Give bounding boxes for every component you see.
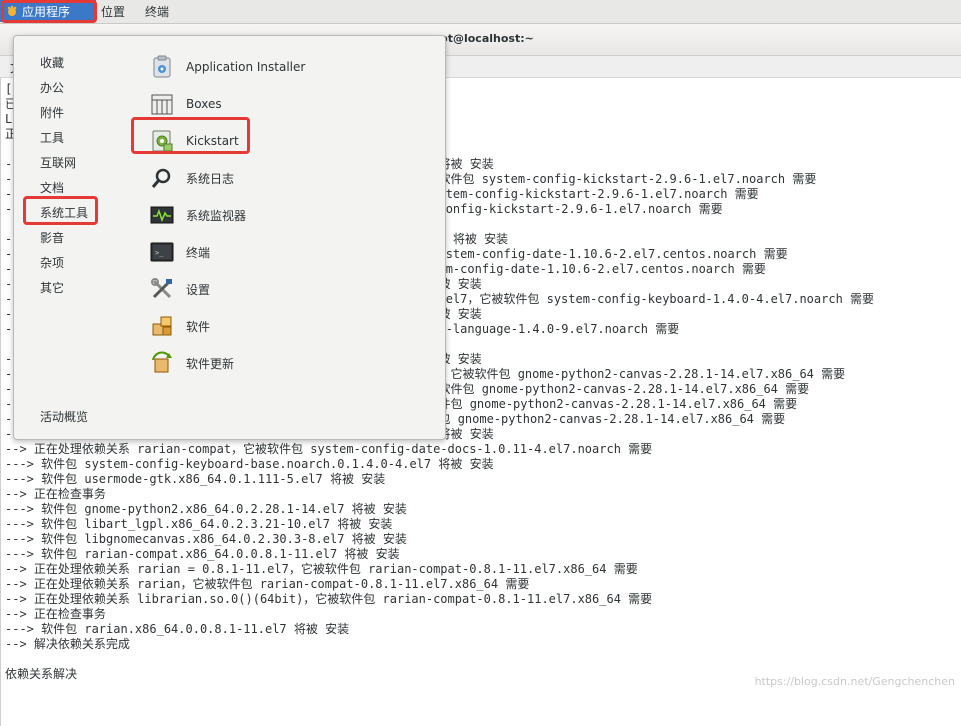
app-software[interactable]: 软件	[150, 311, 210, 341]
software-icon	[150, 314, 174, 338]
terminal-line: ---> 软件包 rarian.x86_64.0.0.8.1-11.el7 将被…	[5, 622, 350, 636]
update-icon	[150, 351, 174, 375]
terminal-line: ---> 软件包 libart_lgpl.x86_64.0.2.3.21-10.…	[5, 517, 393, 531]
category-office[interactable]: 办公	[40, 79, 64, 96]
applications-menu-label: 应用程序	[22, 4, 71, 19]
category-accessories[interactable]: 附件	[40, 104, 64, 121]
app-label: Kickstart	[186, 134, 239, 148]
terminal-line: L	[5, 112, 13, 126]
category-system-tools[interactable]: 系统工具	[40, 204, 88, 221]
app-system-monitor[interactable]: 系统监视器	[150, 200, 246, 230]
category-media[interactable]: 影音	[40, 229, 64, 246]
applications-menu-button[interactable]: 应用程序	[0, 0, 96, 22]
app-system-log[interactable]: 系统日志	[150, 163, 234, 193]
terminal-line: ---> 软件包 rarian-compat.x86_64.0.0.8.1-11…	[5, 547, 400, 561]
category-favorites[interactable]: 收藏	[40, 54, 64, 71]
log-icon	[150, 166, 174, 190]
app-label: 系统日志	[186, 171, 235, 186]
terminal-icon: >_	[150, 240, 174, 264]
installer-icon	[150, 55, 174, 79]
app-kickstart[interactable]: Kickstart	[150, 126, 239, 156]
app-label: 软件	[186, 319, 211, 334]
category-misc[interactable]: 杂项	[40, 254, 64, 271]
terminal-line: --> 正在处理依赖关系 rarian = 0.8.1-11.el7，它被软件包…	[5, 562, 638, 576]
terminal-line: --> 解决依赖关系完成	[5, 637, 130, 651]
terminal-line: --> 正在处理依赖关系 rarian，它被软件包 rarian-compat-…	[5, 577, 530, 591]
top-bar: 应用程序 位置 终端	[0, 0, 961, 24]
settings-icon	[150, 277, 174, 301]
category-documents[interactable]: 文档	[40, 179, 64, 196]
app-terminal[interactable]: >_ 终端	[150, 237, 210, 267]
boxes-icon	[150, 92, 174, 116]
applications-menu: 收藏 办公 附件 工具 互联网 文档 系统工具 影音 杂项 其它 活动概览 Ap…	[13, 35, 446, 440]
gnome-foot-icon	[7, 5, 17, 16]
app-label: Application Installer	[186, 60, 306, 74]
app-boxes[interactable]: Boxes	[150, 89, 222, 119]
app-settings[interactable]: 设置	[150, 274, 210, 304]
kickstart-icon	[150, 129, 174, 153]
app-label: 设置	[186, 282, 211, 297]
category-other[interactable]: 其它	[40, 279, 64, 296]
category-internet[interactable]: 互联网	[40, 154, 76, 171]
app-software-update[interactable]: 软件更新	[150, 348, 234, 378]
terminal-line: ---> 软件包 usermode-gtk.x86_64.0.1.111-5.e…	[5, 472, 386, 486]
watermark: https://blog.csdn.net/Gengchenchen	[754, 675, 955, 688]
terminal-line: ---> 软件包 libgnomecanvas.x86_64.0.2.30.3-…	[5, 532, 407, 546]
category-tools[interactable]: 工具	[40, 129, 64, 146]
terminal-line: --> 正在检查事务	[5, 607, 106, 621]
app-label: 终端	[186, 245, 211, 260]
terminal-line: --> 正在处理依赖关系 rarian-compat，它被软件包 system-…	[5, 442, 653, 456]
terminal-top-menu[interactable]: 终端	[145, 0, 169, 22]
terminal-line: 依赖关系解决	[5, 667, 78, 681]
monitor-icon	[150, 203, 174, 227]
terminal-line: --> 正在检查事务	[5, 487, 106, 501]
app-application-installer[interactable]: Application Installer	[150, 52, 305, 82]
app-label: 系统监视器	[186, 208, 247, 223]
terminal-line: ---> 软件包 gnome-python2.x86_64.0.2.28.1-1…	[5, 502, 407, 516]
terminal-line: ---> 软件包 system-config-keyboard-base.noa…	[5, 457, 494, 471]
svg-text:>_: >_	[155, 249, 164, 257]
app-label: Boxes	[186, 97, 222, 111]
places-menu[interactable]: 位置	[101, 0, 125, 22]
terminal-line: --> 正在处理依赖关系 librarian.so.0()(64bit)，它被软…	[5, 592, 653, 606]
terminal-line: [	[5, 82, 13, 96]
activities-overview[interactable]: 活动概览	[40, 408, 88, 425]
app-label: 软件更新	[186, 356, 235, 371]
